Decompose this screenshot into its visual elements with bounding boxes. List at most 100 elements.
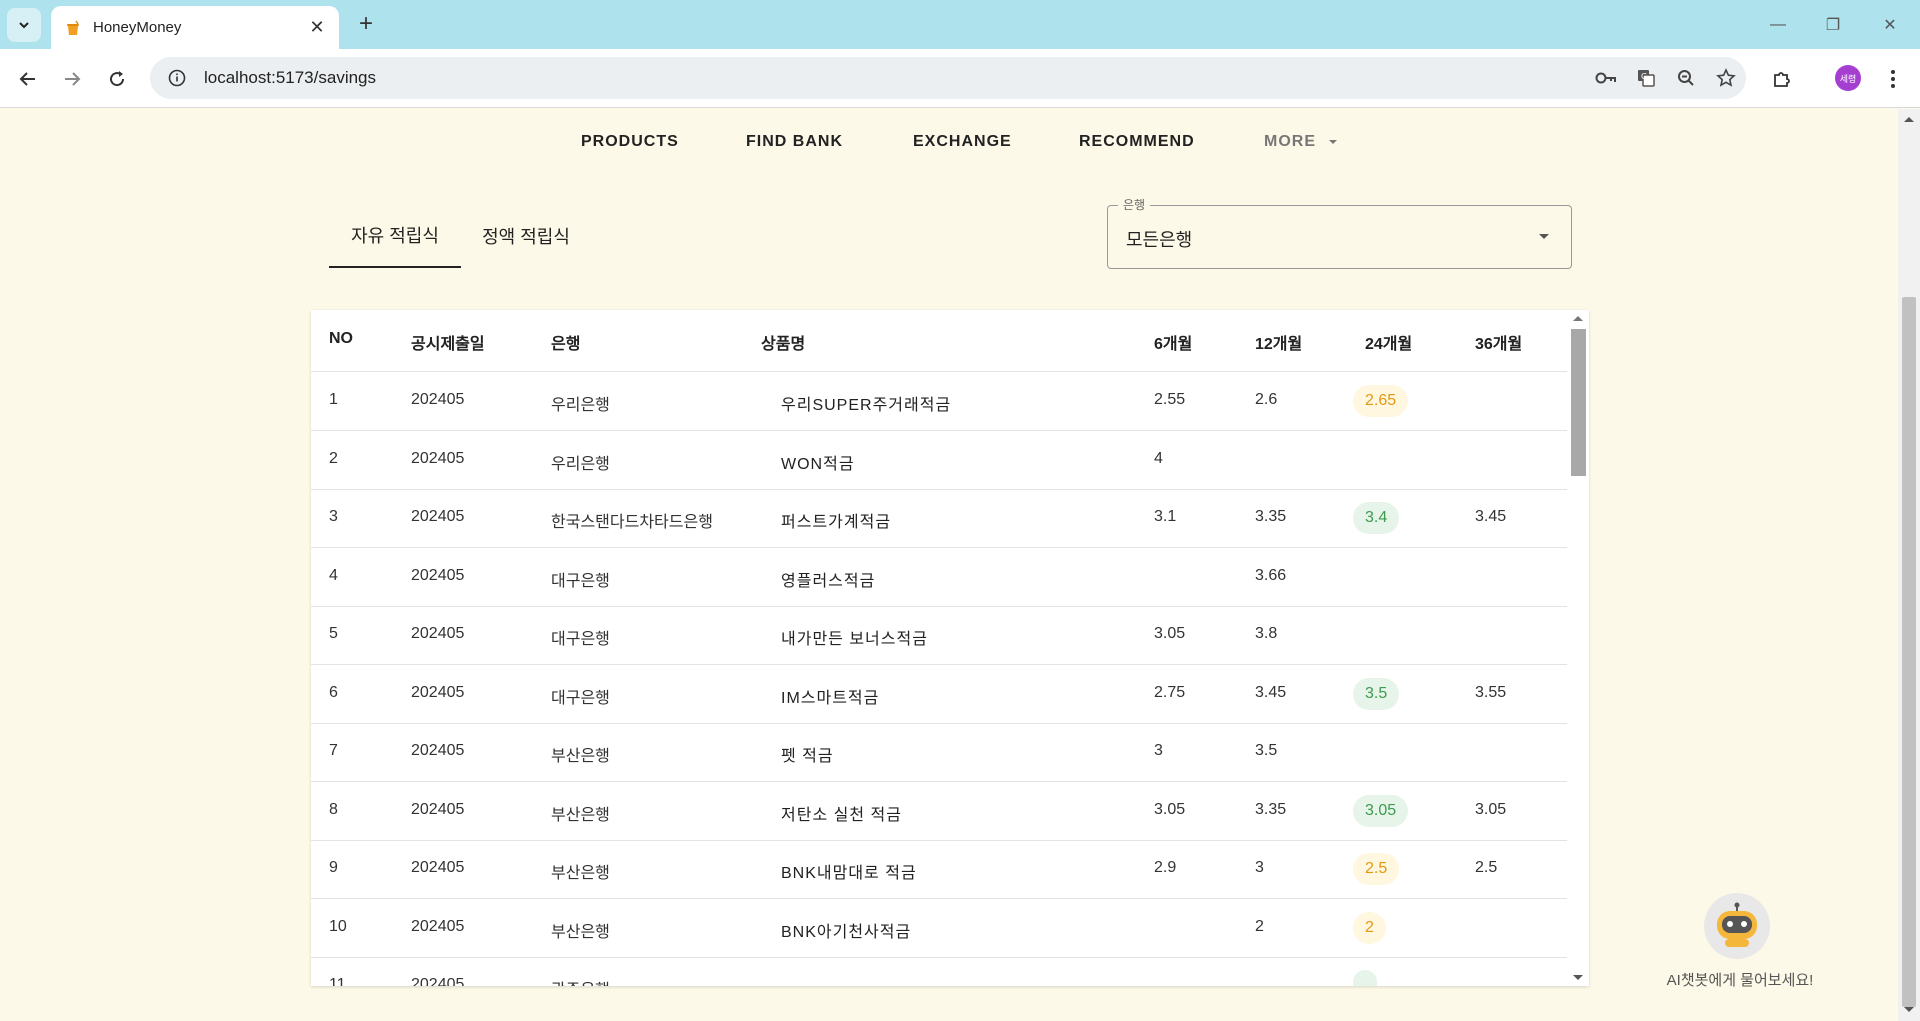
cell-6m: 2.9 [1154,859,1177,876]
table-row[interactable]: 11 202405 광주은행 [311,957,1567,986]
cell-bank: 부산은행 [551,748,610,765]
table-scrollbar[interactable] [1568,310,1589,986]
cell-date: 202405 [411,859,465,876]
chatbot-label: AI챗봇에게 물어보세요! [1666,972,1814,989]
cell-product: 우리SUPER주거래적금 [781,397,952,414]
cell-date: 202405 [411,625,465,642]
zoom-icon[interactable] [1666,58,1706,98]
main-navigation: PRODUCTS FIND BANK EXCHANGE RECOMMEND MO… [0,109,1898,177]
table-header: NO 공시제출일 은행 상품명 6개월 12개월 24개월 36개월 [311,310,1567,372]
cell-no: 8 [329,800,338,818]
cell-12m: 2 [1255,917,1264,935]
restore-icon[interactable]: ❐ [1813,10,1853,40]
cell-bank: 대구은행 [551,689,610,707]
header-bank: 은행 [551,336,581,353]
cell-product: WON적금 [781,455,855,473]
cell-no: 1 [329,391,338,408]
robot-icon [1704,893,1770,959]
scroll-down-arrow-icon[interactable] [1573,975,1583,980]
translate-icon[interactable]: G [1626,58,1666,98]
browser-menu-icon[interactable] [1876,62,1910,96]
nav-recommend[interactable]: RECOMMEND [1079,133,1195,151]
header-product: 상품명 [761,336,806,353]
cell-12m: 3.35 [1255,508,1287,525]
cell-no: 2 [329,449,338,467]
table-row[interactable]: 1 202405 우리은행 우리SUPER주거래적금 2.55 2.6 2.65 [311,372,1567,431]
cell-12m: 3.45 [1255,683,1287,701]
cell-bank: 우리은행 [551,455,610,473]
header-36m: 36개월 [1475,336,1523,353]
cell-bank: 대구은행 [551,572,610,590]
bookmark-star-icon[interactable] [1706,58,1746,98]
table-row[interactable]: 7 202405 부산은행 펫 적금 3 3.5 [311,723,1567,782]
table-row[interactable]: 4 202405 대구은행 영플러스적금 3.66 [311,548,1567,607]
password-key-icon[interactable] [1586,58,1626,98]
cell-date: 202405 [411,800,465,818]
nav-more-label: MORE [1264,133,1316,150]
cell-6m: 2.55 [1154,391,1186,408]
cell-12m: 3.8 [1255,625,1278,642]
cell-date: 202405 [411,742,465,759]
table-row[interactable]: 3 202405 한국스탠다드차타드은행 퍼스트가계적금 3.1 3.35 3.4 3.45 [311,489,1567,548]
nav-find-bank[interactable]: FIND BANK [746,133,843,151]
cell-36m: 3.45 [1475,508,1507,525]
honey-pot-icon [65,20,81,36]
extensions-puzzle-icon[interactable] [1765,62,1799,96]
cell-24m: 3.4 [1353,502,1400,534]
forward-arrow-icon[interactable] [56,63,88,95]
header-12m: 12개월 [1255,336,1303,353]
cell-date: 202405 [411,391,465,408]
cell-12m: 2.6 [1255,391,1278,408]
cell-no: 11 [329,976,346,986]
bank-select-label: 은행 [1118,196,1151,213]
page-scroll-up-icon[interactable] [1904,117,1914,122]
scroll-up-arrow-icon[interactable] [1573,316,1583,321]
cell-no: 5 [329,625,338,642]
tab-fixed-savings[interactable]: 정액 적립식 [461,204,591,268]
new-tab-plus-icon[interactable]: + [352,10,380,38]
chatbot-launcher[interactable]: AI챗봇에게 물어보세요! [1663,885,1817,995]
table-row[interactable]: 2 202405 우리은행 WON적금 4 [311,431,1567,490]
cell-bank: 부산은행 [551,865,610,882]
page-content: PRODUCTS FIND BANK EXCHANGE RECOMMEND MO… [0,109,1898,1021]
header-no: NO [329,330,353,347]
back-arrow-icon[interactable] [12,63,44,95]
close-window-icon[interactable]: ✕ [1870,10,1910,40]
cell-bank: 부산은행 [551,806,610,824]
cell-product: 내가만든 보너스적금 [781,631,928,648]
cell-12m: 3.5 [1255,742,1278,759]
cell-no: 9 [329,859,338,876]
site-info-icon[interactable] [164,65,190,91]
cell-bank: 부산은행 [551,923,610,941]
cell-product: IM스마트적금 [781,689,880,707]
cell-product: 퍼스트가계적금 [781,514,892,531]
minimize-icon[interactable]: — [1758,10,1798,40]
browser-tab[interactable]: HoneyMoney ✕ [51,6,339,49]
reload-icon[interactable] [101,63,133,95]
cell-no: 10 [329,917,347,935]
address-bar[interactable]: localhost:5173/savings G [150,57,1746,99]
nav-more[interactable]: MORE [1264,133,1338,151]
cell-date: 202405 [411,508,465,525]
nav-exchange[interactable]: EXCHANGE [913,133,1012,151]
table-scrollbar-thumb[interactable] [1571,329,1586,476]
tab-search-button[interactable] [7,8,41,42]
close-tab-icon[interactable]: ✕ [303,14,331,42]
cell-bank: 대구은행 [551,631,610,648]
cell-product: BNK내맘대로 적금 [781,865,917,882]
table-row[interactable]: 9 202405 부산은행 BNK내맘대로 적금 2.9 3 2.5 2.5 [311,840,1567,899]
table-row[interactable]: 8 202405 부산은행 저탄소 실천 적금 3.05 3.35 3.05 3.05 [311,782,1567,841]
tab-free-savings[interactable]: 자유 적립식 [329,204,461,268]
table-row[interactable]: 10 202405 부산은행 BNK아기천사적금 2 2 [311,899,1567,958]
cell-6m: 4 [1154,449,1163,467]
page-scrollbar-thumb[interactable] [1902,297,1916,1007]
table-row[interactable]: 6 202405 대구은행 IM스마트적금 2.75 3.45 3.5 3.55 [311,665,1567,724]
profile-avatar[interactable]: 세령 [1835,65,1861,91]
table-row[interactable]: 5 202405 대구은행 내가만든 보너스적금 3.05 3.8 [311,606,1567,665]
page-scroll-down-icon[interactable] [1904,1007,1914,1012]
nav-products[interactable]: PRODUCTS [581,133,679,151]
cell-24m: 2 [1353,911,1386,944]
page-scrollbar[interactable] [1898,109,1920,1021]
bank-select[interactable]: 은행 모든은행 [1107,196,1572,269]
header-date: 공시제출일 [411,336,485,353]
